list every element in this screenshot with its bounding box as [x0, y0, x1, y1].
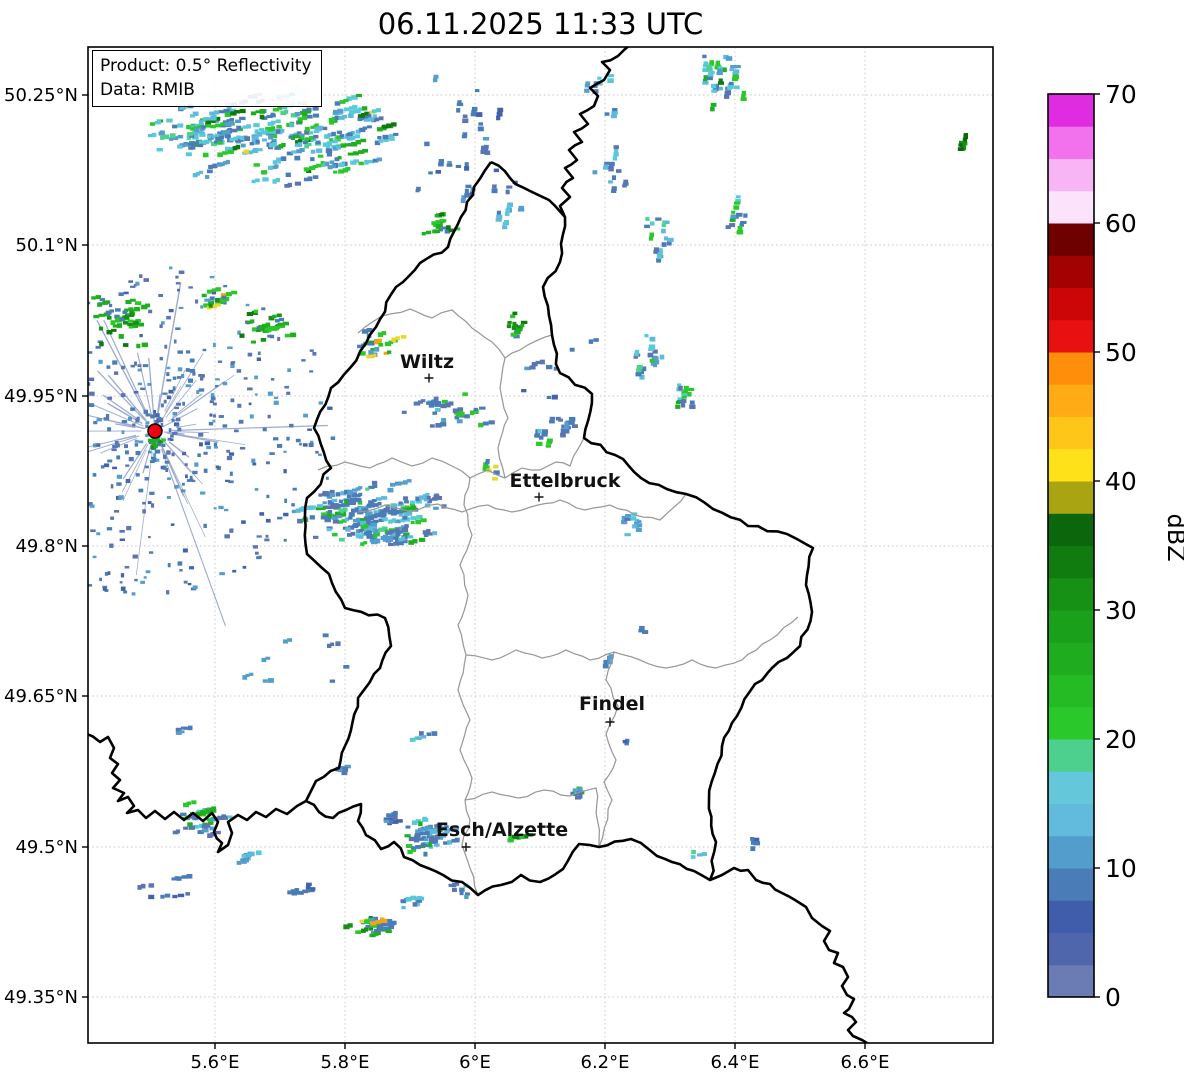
radar-figure: 06.11.2025 11:33 UTC Product: 0.5° Refle…: [0, 0, 1184, 1081]
colorbar-segment: [1048, 190, 1094, 224]
radar-map-canvas: Wiltz Ettelbruck Findel Esch/Alzette 5.6°E 5.…: [4, 46, 1184, 1073]
colorbar-segment: [1048, 319, 1094, 353]
x-tick-label: 6.6°E: [841, 1052, 890, 1073]
colorbar-segment: [1048, 674, 1094, 708]
colorbar-title: dBZ: [1162, 514, 1184, 562]
x-tick-label: 5.8°E: [321, 1052, 370, 1073]
colorbar-segment: [1048, 158, 1094, 192]
x-tick-label: 6.4°E: [711, 1052, 760, 1073]
y-tick-label: 49.8°N: [15, 536, 78, 557]
y-tick-label: 49.5°N: [15, 837, 78, 858]
colorbar-tick-label: 30: [1105, 596, 1137, 625]
colorbar-tick-label: 40: [1105, 467, 1137, 496]
colorbar-segment: [1048, 771, 1094, 804]
city-label: Findel: [579, 693, 645, 715]
colorbar-tick-label: 20: [1105, 725, 1137, 754]
colorbar-segment: [1048, 610, 1094, 643]
colorbar-tick-label: 70: [1105, 80, 1137, 109]
colorbar: 0 10 20 30 40 50 60 70 dBZ: [1047, 80, 1184, 1012]
colorbar-segment: [1048, 803, 1094, 837]
city-label: Ettelbruck: [510, 470, 621, 492]
y-tick-label: 49.65°N: [4, 686, 78, 707]
colorbar-segment: [1048, 835, 1094, 869]
colorbar-segment: [1048, 287, 1094, 321]
x-tick-label: 5.6°E: [191, 1052, 240, 1073]
city-label: Wiltz: [400, 351, 454, 373]
data-source-line: Data: RMIB: [100, 80, 195, 101]
colorbar-segment: [1048, 255, 1094, 288]
colorbar-segment: [1048, 94, 1094, 127]
colorbar-segment: [1048, 126, 1094, 159]
colorbar-segment: [1048, 706, 1094, 740]
colorbar-segment: [1048, 932, 1094, 966]
product-line: Product: 0.5° Reflectivity: [100, 56, 312, 76]
colorbar-segment: [1048, 545, 1094, 579]
colorbar-tick-label: 50: [1105, 338, 1137, 367]
colorbar-segment: [1048, 384, 1094, 417]
colorbar-tick-label: 0: [1105, 983, 1121, 1012]
x-tick-label: 6.2°E: [581, 1052, 630, 1073]
colorbar-segment: [1048, 900, 1094, 933]
colorbar-tick-label: 60: [1105, 209, 1137, 238]
colorbar-segment: [1048, 868, 1094, 901]
colorbar-segment: [1048, 513, 1094, 546]
product-info-box: Product: 0.5° Reflectivity Data: RMIB: [92, 50, 322, 108]
colorbar-segment: [1048, 577, 1094, 611]
y-tick-label: 49.35°N: [4, 987, 78, 1008]
colorbar-segment: [1048, 481, 1094, 514]
colorbar-segment: [1048, 642, 1094, 675]
y-tick-label: 49.95°N: [4, 386, 78, 407]
city-label: Esch/Alzette: [436, 819, 568, 841]
colorbar-tick-label: 10: [1105, 854, 1137, 883]
colorbar-segment: [1048, 416, 1094, 450]
colorbar-segment: [1048, 448, 1094, 482]
x-tick-label: 6°E: [459, 1052, 491, 1073]
colorbar-segment: [1048, 964, 1094, 998]
radar-site-marker: [147, 423, 163, 439]
colorbar-segment: [1048, 352, 1094, 385]
y-tick-label: 50.25°N: [4, 85, 78, 106]
colorbar-segment: [1048, 223, 1094, 256]
y-tick-label: 50.1°N: [15, 235, 78, 256]
colorbar-segment: [1048, 739, 1094, 772]
